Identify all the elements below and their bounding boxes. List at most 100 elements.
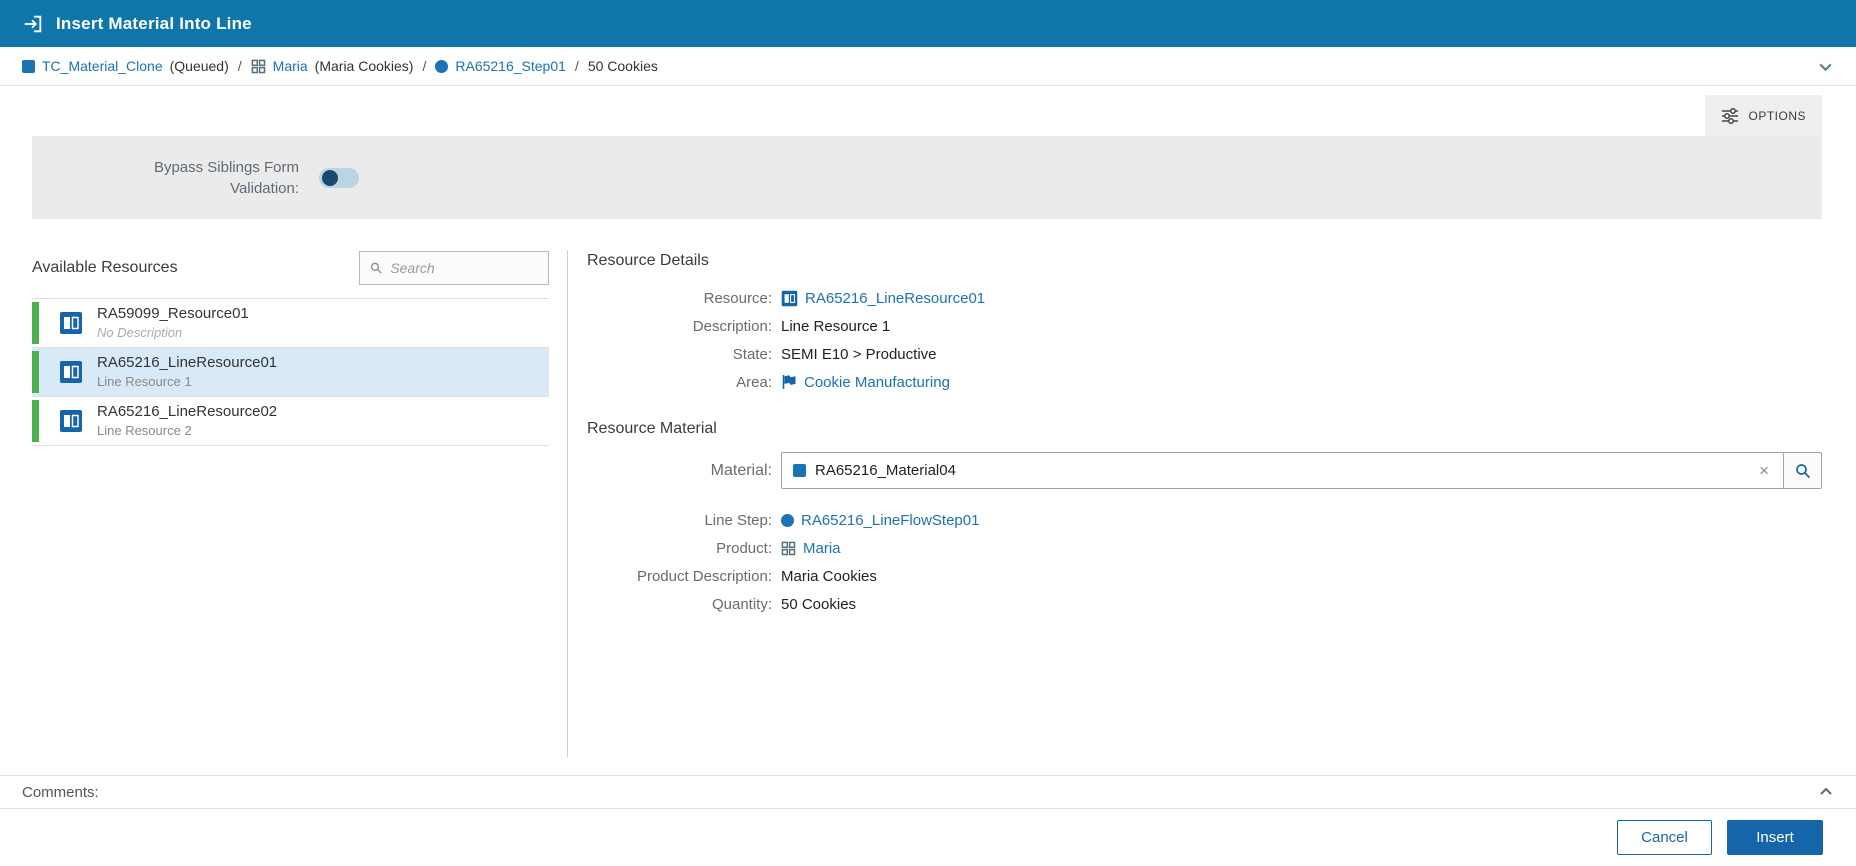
breadcrumb-item-step: RA65216_Step01	[435, 58, 566, 74]
detail-value: SEMI E10 > Productive	[781, 345, 937, 363]
resource-list: RA59099_Resource01 No Description RA6521…	[32, 298, 549, 446]
breadcrumb-separator: /	[574, 58, 579, 74]
bypass-siblings-panel: Bypass Siblings Form Validation:	[32, 136, 1822, 219]
dialog-titlebar: Insert Material Into Line	[0, 0, 1856, 47]
material-label: Material:	[710, 461, 772, 479]
breadcrumb-link-material[interactable]: TC_Material_Clone	[42, 58, 163, 74]
options-button-label: OPTIONS	[1748, 108, 1806, 123]
detail-row-quantity: Quantity: 50 Cookies	[587, 590, 1822, 618]
detail-row-state: State: SEMI E10 > Productive	[587, 340, 1822, 368]
detail-row-resource: Resource: RA65216_LineResource01	[587, 284, 1822, 312]
breadcrumb-separator: /	[237, 58, 242, 74]
resource-description: Line Resource 1	[97, 374, 192, 390]
resource-search-input[interactable]	[390, 260, 538, 276]
step-icon	[781, 513, 794, 527]
detail-row-product: Product: Maria	[587, 534, 1822, 562]
area-icon	[782, 375, 796, 389]
resource-material-rows: Line Step: RA65216_LineFlowStep01 Produc…	[587, 506, 1822, 618]
insert-material-into-line-dialog: { "header": { "title": "Insert Material …	[0, 0, 1856, 866]
breadcrumb-quantity-text: 50 Cookies	[587, 58, 658, 74]
dialog-footer: Cancel Insert	[0, 809, 1856, 866]
comments-bar[interactable]: Comments:	[0, 775, 1856, 809]
breadcrumb-item-product: Maria (Maria Cookies)	[251, 58, 414, 74]
available-resources-title: Available Resources	[32, 259, 178, 276]
material-icon	[22, 59, 35, 73]
insert-button[interactable]: Insert	[1727, 820, 1823, 855]
resource-link[interactable]: RA65216_LineResource01	[805, 290, 985, 307]
detail-row-product-description: Product Description: Maria Cookies	[587, 562, 1822, 590]
comments-label: Comments:	[22, 783, 99, 801]
resource-list-item-selected[interactable]: RA65216_LineResource01 Line Resource 1	[32, 348, 549, 397]
detail-label: State:	[732, 345, 772, 363]
options-button[interactable]: OPTIONS	[1705, 95, 1822, 136]
dialog-body: OPTIONS Bypass Siblings Form Validation:…	[0, 86, 1856, 775]
bypass-siblings-label: Bypass Siblings Form Validation:	[124, 157, 299, 199]
product-link[interactable]: Maria	[803, 540, 841, 557]
resource-name: RA65216_LineResource01	[97, 353, 278, 371]
product-icon	[251, 59, 265, 73]
resource-details-rows: Resource: RA65216_LineResource01 Descrip…	[587, 284, 1822, 396]
resource-icon	[60, 312, 82, 334]
comments-collapse-icon[interactable]	[1818, 784, 1834, 800]
bypass-label-line2: Validation:	[230, 179, 299, 197]
detail-label: Line Step:	[704, 511, 772, 529]
material-row: Material: RA65216_Material04 ×	[587, 452, 1822, 489]
breadcrumb-suffix-product-description: (Maria Cookies)	[314, 58, 414, 74]
line-step-link[interactable]: RA65216_LineFlowStep01	[801, 512, 979, 529]
breadcrumb-link-product[interactable]: Maria	[273, 58, 308, 74]
resource-material-title: Resource Material	[587, 420, 717, 437]
area-link[interactable]: Cookie Manufacturing	[804, 374, 950, 391]
resource-description: Line Resource 2	[97, 423, 192, 439]
resource-icon	[60, 361, 82, 383]
resource-list-item[interactable]: RA59099_Resource01 No Description	[32, 299, 549, 348]
material-input[interactable]: RA65216_Material04 ×	[781, 452, 1784, 489]
detail-label: Product:	[716, 539, 772, 557]
resource-list-item[interactable]: RA65216_LineResource02 Line Resource 2	[32, 397, 549, 446]
detail-row-area: Area: Cookie Manufacturing	[587, 368, 1822, 396]
content-columns: Available Resources Search RA59099_Resou…	[32, 250, 1822, 757]
resource-search-box[interactable]	[359, 251, 549, 285]
cancel-button[interactable]: Cancel	[1617, 820, 1712, 855]
material-value: RA65216_Material04	[815, 462, 956, 479]
resource-description: No Description	[97, 325, 183, 341]
bypass-toggle[interactable]	[319, 167, 359, 188]
resource-icon	[781, 290, 798, 306]
product-icon	[781, 541, 796, 555]
material-search-button[interactable]	[1784, 452, 1822, 489]
available-resources-panel: Available Resources Search RA59099_Resou…	[32, 250, 568, 757]
insert-into-line-icon	[24, 15, 42, 32]
resource-item-text: RA65216_LineResource01 Line Resource 1	[97, 354, 277, 391]
search-icon	[370, 262, 382, 274]
detail-label: Resource:	[703, 289, 772, 307]
options-row: OPTIONS	[32, 86, 1822, 136]
clear-icon[interactable]: ×	[1756, 462, 1772, 479]
detail-label: Description:	[692, 317, 772, 335]
resource-status-bar	[32, 302, 39, 344]
detail-label: Product Description:	[636, 567, 772, 585]
resource-name: RA59099_Resource01	[97, 304, 249, 322]
available-resources-header: Available Resources	[32, 251, 549, 285]
breadcrumb-separator: /	[422, 58, 427, 74]
detail-value: Line Resource 1	[781, 317, 891, 335]
search-icon	[1795, 463, 1810, 478]
detail-label: Quantity:	[711, 595, 772, 613]
resource-status-bar	[32, 351, 39, 393]
breadcrumb: TC_Material_Clone (Queued) / Maria (Mari…	[0, 47, 1856, 86]
detail-value: Maria Cookies	[781, 567, 877, 585]
breadcrumb-expand-icon[interactable]	[1817, 58, 1834, 75]
resource-status-bar	[32, 400, 39, 442]
breadcrumb-suffix-material-state: (Queued)	[169, 58, 229, 74]
resource-details-title: Resource Details	[587, 252, 709, 269]
bypass-label-line1: Bypass Siblings Form	[153, 158, 299, 176]
detail-row-description: Description: Line Resource 1	[587, 312, 1822, 340]
resource-item-text: RA65216_LineResource02 Line Resource 2	[97, 403, 277, 440]
toggle-knob	[322, 169, 338, 186]
breadcrumb-link-step[interactable]: RA65216_Step01	[455, 58, 566, 74]
options-sliders-icon	[1722, 107, 1739, 124]
material-icon	[793, 464, 806, 477]
resource-icon	[60, 410, 82, 432]
detail-label: Area:	[736, 373, 772, 391]
resource-item-text: RA59099_Resource01 No Description	[97, 305, 249, 342]
detail-value: 50 Cookies	[781, 595, 857, 613]
resource-details-panel: Resource Details Resource: RA65216_LineR…	[568, 250, 1822, 757]
